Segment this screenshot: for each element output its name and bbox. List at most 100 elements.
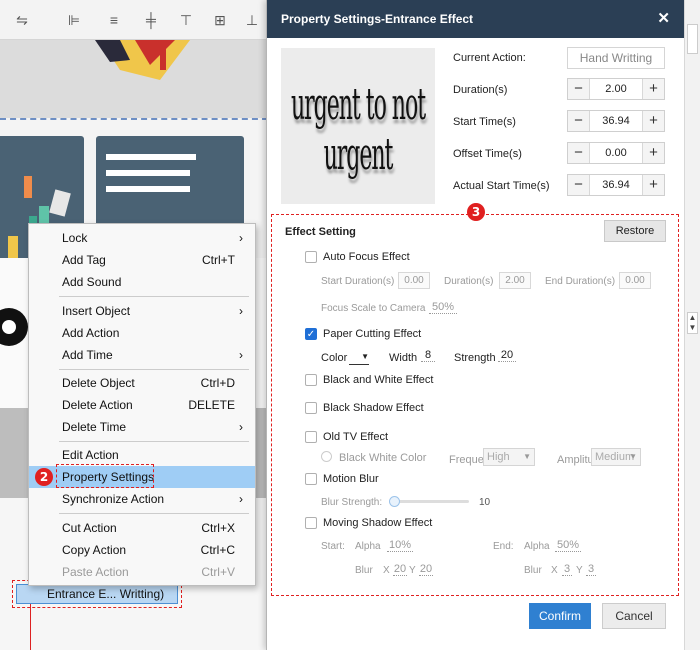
increment-button[interactable]: + <box>642 143 664 163</box>
color-picker[interactable]: ▼ <box>349 347 369 365</box>
decrement-button[interactable]: − <box>568 143 590 163</box>
frequency-dropdown: High ▼ <box>483 448 535 466</box>
offset-time-label: Offset Time(s) <box>453 148 522 160</box>
old-tv-checkbox[interactable] <box>305 431 317 443</box>
align-vcenter-icon[interactable]: ⊞ <box>212 12 228 28</box>
end-alpha-label: Alpha <box>524 541 550 552</box>
character-illustration <box>95 40 190 80</box>
blur-strength-value: 10 <box>479 497 491 508</box>
align-center-icon[interactable]: ≡ <box>106 12 122 28</box>
moving-shadow-checkbox[interactable] <box>305 517 317 529</box>
menu-separator <box>59 369 249 370</box>
actual-start-value: 36.94 <box>602 179 630 191</box>
end-label: End: <box>493 541 514 552</box>
moving-shadow-label: Moving Shadow Effect <box>323 517 433 529</box>
end-x-label: X <box>551 565 558 576</box>
annotation-badge-3: 3 <box>467 203 485 221</box>
align-top-icon[interactable]: ⊤ <box>178 12 194 28</box>
decrement-button[interactable]: − <box>568 111 590 131</box>
offset-time-stepper[interactable]: − 0.00 + <box>567 142 665 164</box>
width-label: Width <box>389 352 418 364</box>
swap-icon[interactable]: ⇋ <box>14 12 30 28</box>
effect-setting-title: Effect Setting <box>285 226 356 238</box>
auto-focus-checkbox[interactable] <box>305 251 317 263</box>
duration-value[interactable]: 2.00 <box>590 79 642 99</box>
menu-item-lock[interactable]: Lock › <box>29 227 255 249</box>
black-white-label: Black and White Effect <box>323 374 434 386</box>
start-blur-label: Blur <box>355 565 373 576</box>
motion-blur-checkbox[interactable] <box>305 473 317 485</box>
black-white-checkbox[interactable] <box>305 374 317 386</box>
amplitude-dropdown: Medium ▼ <box>591 448 641 466</box>
focus-scale-value: 50% <box>429 301 457 314</box>
increment-button[interactable]: + <box>642 79 664 99</box>
strength-label: Strength <box>454 352 496 364</box>
scroll-arrows-icon[interactable]: ▲ ▼ <box>687 312 698 334</box>
round-shape <box>0 308 28 346</box>
menu-item-insert-object[interactable]: Insert Object › <box>29 300 255 322</box>
start-time-value[interactable]: 36.94 <box>590 111 642 131</box>
auto-focus-label: Auto Focus Effect <box>323 251 410 263</box>
increment-button[interactable]: + <box>642 111 664 131</box>
decrement-button: − <box>568 175 590 195</box>
menu-item-delete-time[interactable]: Delete Time › <box>29 416 255 438</box>
increment-button: + <box>642 175 664 195</box>
close-icon[interactable]: ✕ <box>657 0 670 38</box>
af-duration-input: 2.00 <box>499 272 531 289</box>
duration-stepper[interactable]: − 2.00 + <box>567 78 665 100</box>
blur-strength-slider <box>389 496 469 507</box>
menu-item-edit-action[interactable]: Edit Action <box>29 444 255 466</box>
chevron-right-icon: › <box>239 304 243 318</box>
right-panel-edge: ▲ ▼ <box>684 0 700 650</box>
align-left-icon[interactable]: ⊫ <box>66 12 82 28</box>
menu-item-add-time[interactable]: Add Time › <box>29 344 255 366</box>
black-white-color-label: Black White Color <box>339 452 427 464</box>
end-duration-input: 0.00 <box>619 272 651 289</box>
cancel-button[interactable]: Cancel <box>602 603 666 629</box>
strength-value[interactable]: 20 <box>498 349 516 362</box>
menu-item-delete-action[interactable]: Delete Action DELETE <box>29 394 255 416</box>
offset-time-value[interactable]: 0.00 <box>590 143 642 163</box>
menu-separator <box>59 441 249 442</box>
duration-label: Duration(s) <box>453 84 508 96</box>
decrement-button[interactable]: − <box>568 79 590 99</box>
black-shadow-checkbox[interactable] <box>305 402 317 414</box>
start-duration-label: Start Duration(s) <box>321 276 395 287</box>
align-toolbar: ⇋ ⊫ ≡ ╪ ⊤ ⊞ ⊥ <box>0 0 268 40</box>
end-y-value: 3 <box>586 563 596 576</box>
property-settings-dialog: Property Settings-Entrance Effect ✕ urge… <box>266 0 685 650</box>
paper-cutting-checkbox[interactable]: ✓ <box>305 328 317 340</box>
restore-button[interactable]: Restore <box>604 220 666 242</box>
menu-item-delete-object[interactable]: Delete Object Ctrl+D <box>29 372 255 394</box>
end-blur-label: Blur <box>524 565 542 576</box>
canvas-scene-top <box>0 40 268 118</box>
start-y-label: Y <box>409 565 416 576</box>
current-action-field: Hand Writting <box>567 47 665 69</box>
menu-item-cut-action[interactable]: Cut Action Ctrl+X <box>29 517 255 539</box>
chevron-down-icon: ▼ <box>361 352 369 361</box>
start-time-stepper[interactable]: − 36.94 + <box>567 110 665 132</box>
menu-separator <box>59 513 249 514</box>
menu-item-copy-action[interactable]: Copy Action Ctrl+C <box>29 539 255 561</box>
start-x-label: X <box>383 565 390 576</box>
menu-item-add-action[interactable]: Add Action <box>29 322 255 344</box>
end-alpha-value: 50% <box>555 539 581 552</box>
menu-item-add-sound[interactable]: Add Sound <box>29 271 255 293</box>
start-duration-input: 0.00 <box>398 272 430 289</box>
end-y-label: Y <box>576 565 583 576</box>
black-shadow-label: Black Shadow Effect <box>323 402 424 414</box>
start-label: Start: <box>321 541 345 552</box>
width-value[interactable]: 8 <box>421 349 435 362</box>
chevron-down-icon: ▼ <box>523 452 531 461</box>
scrollbar[interactable] <box>687 24 698 54</box>
dialog-title: Property Settings-Entrance Effect <box>281 12 474 26</box>
blur-strength-label: Blur Strength: <box>321 497 383 508</box>
black-white-color-radio <box>321 451 332 462</box>
align-middle-icon[interactable]: ╪ <box>143 12 159 28</box>
align-bottom-icon[interactable]: ⊥ <box>244 12 260 28</box>
menu-item-add-tag[interactable]: Add Tag Ctrl+T <box>29 249 255 271</box>
chevron-right-icon: › <box>239 492 243 506</box>
confirm-button[interactable]: Confirm <box>529 603 591 629</box>
chevron-down-icon: ▼ <box>629 452 637 461</box>
menu-item-synchronize-action[interactable]: Synchronize Action › <box>29 488 255 510</box>
